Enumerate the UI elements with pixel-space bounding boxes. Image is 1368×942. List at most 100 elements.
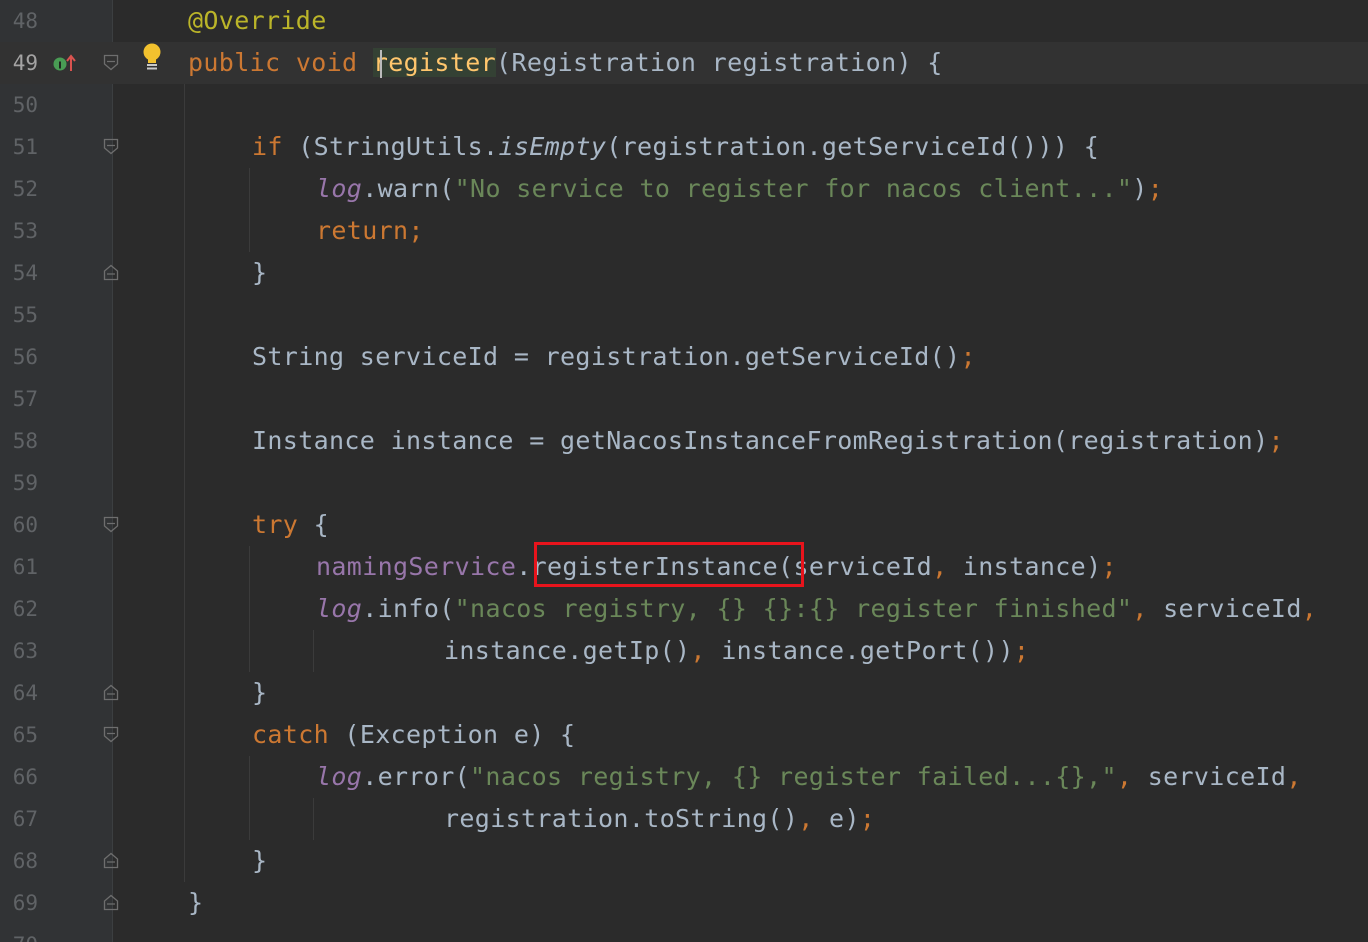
line-number: 48 <box>12 9 38 33</box>
line-number: 57 <box>12 387 38 411</box>
code-token: , <box>1301 594 1318 623</box>
code-token: namingService <box>316 552 517 581</box>
code-line[interactable]: 57 <box>0 378 1368 420</box>
code-text: } <box>252 252 267 294</box>
line-number: 62 <box>12 597 38 621</box>
code-line[interactable]: 67 registration.toString(), e); <box>0 798 1368 840</box>
code-token: log <box>316 762 363 791</box>
code-token: , <box>798 804 830 833</box>
code-token: { <box>313 510 330 539</box>
svg-text:I: I <box>58 61 62 72</box>
code-line[interactable]: 62 log.info("nacos registry, {} {}:{} reg… <box>0 588 1368 630</box>
code-line[interactable]: 48 @Override <box>0 0 1368 42</box>
code-token: .error( <box>362 762 471 791</box>
line-number: 64 <box>12 681 38 705</box>
code-token: ; <box>1268 426 1284 455</box>
code-text: log.error("nacos registry, {} register f… <box>316 756 1302 798</box>
code-token: log <box>316 594 363 623</box>
indent-guide <box>313 630 314 672</box>
fold-collapse-icon[interactable] <box>103 516 119 533</box>
code-token: (Exception e) { <box>344 720 576 749</box>
line-number: 53 <box>12 219 38 243</box>
code-text: String serviceId = registration.getServi… <box>252 336 976 378</box>
code-token: , <box>1132 594 1164 623</box>
code-token: instance.getIp() <box>444 636 691 665</box>
code-text: } <box>252 672 267 714</box>
code-line[interactable]: 59 <box>0 462 1368 504</box>
code-line[interactable]: 56 String serviceId = registration.getSer… <box>0 336 1368 378</box>
code-token: , <box>690 636 722 665</box>
code-token: ; <box>1101 552 1117 581</box>
line-number: 58 <box>12 429 38 453</box>
code-token: ; <box>1013 636 1030 665</box>
code-text: catch (Exception e) { <box>252 714 575 756</box>
line-number: 51 <box>12 135 38 159</box>
code-token: "nacos registry, {} register failed...{}… <box>470 762 1117 791</box>
code-line[interactable]: 55 <box>0 294 1368 336</box>
code-text: } <box>252 840 267 882</box>
code-line[interactable]: 52 log.warn("No service to register for n… <box>0 168 1368 210</box>
code-text: Instance instance = getNacosInstanceFrom… <box>252 420 1284 462</box>
code-token: instance.getPort()) <box>721 636 1014 665</box>
code-token: (Registration registration) { <box>496 48 943 77</box>
code-line[interactable]: 60 try { <box>0 504 1368 546</box>
code-line[interactable]: 69} <box>0 882 1368 924</box>
code-line[interactable]: 49 public void register(Registration regi… <box>0 42 1368 84</box>
line-number: 60 <box>12 513 38 537</box>
fold-collapse-icon[interactable] <box>103 726 119 743</box>
code-token: "No service to register for nacos client… <box>454 174 1133 203</box>
code-line[interactable]: 66 log.error("nacos registry, {} register… <box>0 756 1368 798</box>
fold-end-icon[interactable] <box>103 852 119 869</box>
code-token: isEmpty <box>498 132 607 161</box>
code-line[interactable]: 50 <box>0 84 1368 126</box>
code-text: instance.getIp(), instance.getPort()); <box>444 630 1029 672</box>
code-text: } <box>188 882 203 924</box>
code-line[interactable]: 70 <box>0 924 1368 942</box>
implements-method-icon[interactable]: I <box>52 51 78 75</box>
code-line[interactable]: 63 instance.getIp(), instance.getPort()); <box>0 630 1368 672</box>
code-editor[interactable]: 48 @Override 49 public void register(Regist… <box>0 0 1368 942</box>
line-number: 56 <box>12 345 38 369</box>
code-line[interactable]: 51 if (StringUtils.isEmpty(registration.g… <box>0 126 1368 168</box>
code-line[interactable]: 64} <box>0 672 1368 714</box>
code-token: ; <box>960 342 976 371</box>
line-number: 55 <box>12 303 38 327</box>
code-token: } <box>188 888 204 917</box>
fold-collapse-icon[interactable] <box>103 138 119 155</box>
code-line[interactable]: 53 return; <box>0 210 1368 252</box>
indent-guide <box>249 168 250 252</box>
lightbulb-intention-icon[interactable] <box>141 42 163 72</box>
code-text: if (StringUtils.isEmpty(registration.get… <box>252 126 1099 168</box>
fold-collapse-icon[interactable] <box>103 54 119 71</box>
code-token: (registration.getServiceId())) { <box>606 132 1100 161</box>
code-token: Instance instance = getNacosInstanceFrom… <box>252 426 1269 455</box>
line-number: 67 <box>12 807 38 831</box>
code-line[interactable]: 68} <box>0 840 1368 882</box>
code-line[interactable]: 65 catch (Exception e) { <box>0 714 1368 756</box>
fold-end-icon[interactable] <box>103 684 119 701</box>
code-line[interactable]: 58 Instance instance = getNacosInstanceFr… <box>0 420 1368 462</box>
code-text: try { <box>252 504 329 546</box>
code-text: @Override <box>188 0 327 42</box>
fold-end-icon[interactable] <box>103 264 119 281</box>
line-number: 70 <box>0 924 38 942</box>
line-number: 54 <box>12 261 38 285</box>
code-token: } <box>252 258 268 287</box>
fold-end-icon[interactable] <box>103 894 119 911</box>
indent-guide <box>184 84 185 882</box>
line-number: 49 <box>12 51 38 75</box>
indent-guide <box>249 546 250 672</box>
code-line[interactable]: 54} <box>0 252 1368 294</box>
code-token: try <box>252 510 314 539</box>
code-token: serviceId <box>1163 594 1302 623</box>
line-number: 52 <box>12 177 38 201</box>
text-caret <box>380 50 382 78</box>
line-number: 63 <box>12 639 38 663</box>
code-token: void <box>295 48 373 77</box>
code-token: ) <box>1132 174 1148 203</box>
code-token: catch <box>252 720 345 749</box>
code-token: ; <box>1147 174 1164 203</box>
code-token: .warn( <box>362 174 455 203</box>
code-token: (StringUtils. <box>298 132 499 161</box>
line-number: 66 <box>12 765 38 789</box>
